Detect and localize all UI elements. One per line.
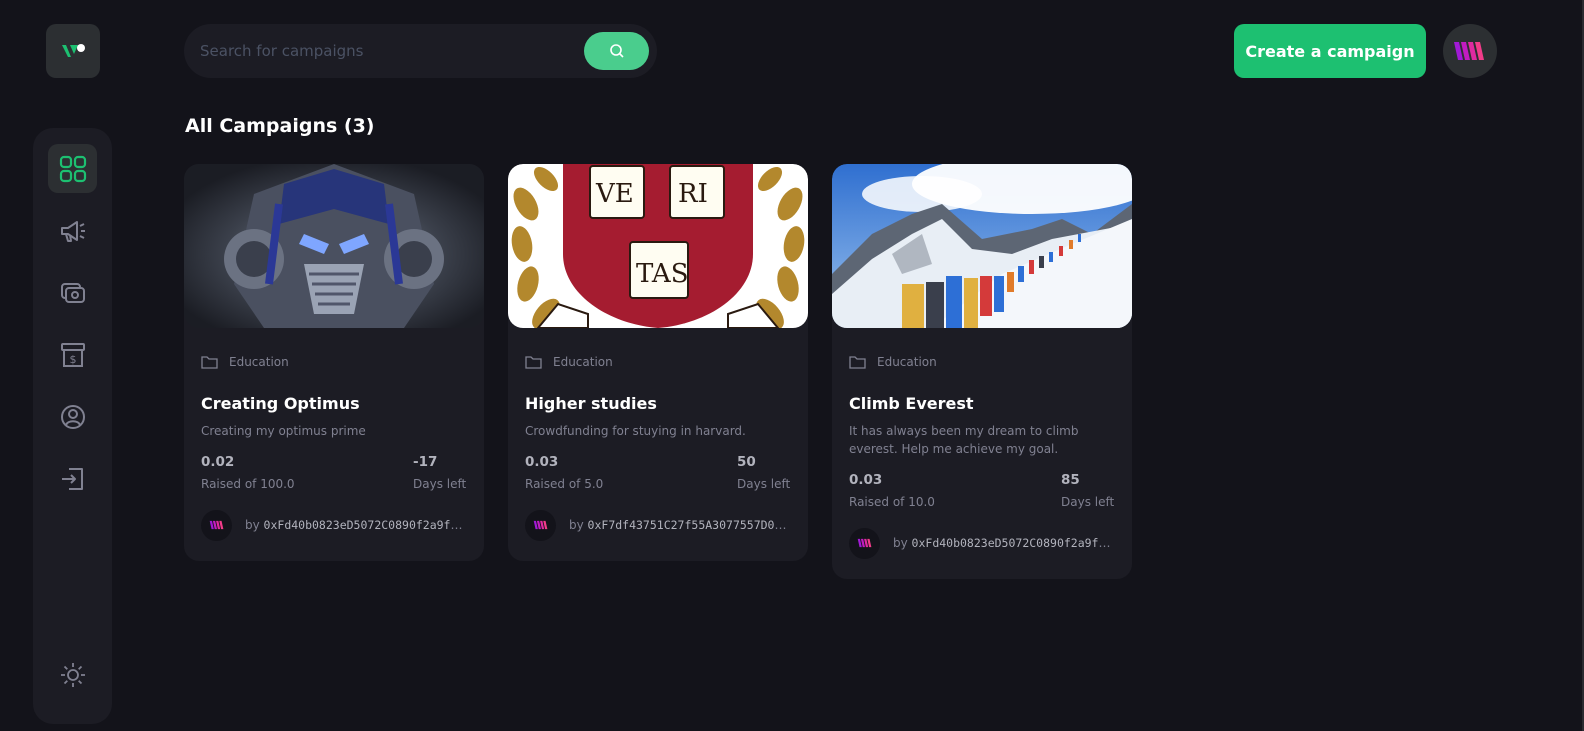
campaign-card[interactable]: VE RI TAS Education Higher studies Crowd… — [508, 164, 808, 561]
amount-raised: 0.02 — [201, 454, 235, 470]
raised-of-label: Raised of 100.0 — [201, 477, 295, 491]
campaign-category: Education — [877, 355, 937, 369]
by-label: by — [569, 518, 584, 532]
sidebar-item-payment[interactable] — [48, 268, 97, 317]
campaign-description: Creating my optimus prime — [201, 424, 366, 438]
raised-of-label: Raised of 5.0 — [525, 477, 604, 491]
svg-text:VE: VE — [595, 179, 634, 209]
page-title: All Campaigns (3) — [185, 115, 375, 137]
search-button[interactable] — [584, 32, 649, 70]
campaign-megaphone-icon — [60, 220, 85, 242]
amount-raised: 0.03 — [525, 454, 559, 470]
campaign-description: Crowdfunding for stuying in harvard. — [525, 424, 746, 438]
owner-avatar — [849, 527, 880, 559]
days-left-value: 85 — [1061, 472, 1080, 488]
days-left-label: Days left — [737, 477, 791, 491]
sidebar-item-campaign[interactable] — [48, 206, 97, 255]
folder-icon — [201, 356, 218, 369]
owner-address: by 0xFd40b0823eD5072C0890f2a9f1d5Ea1 — [893, 536, 1115, 550]
owner-avatar — [201, 509, 232, 541]
owner-address: by 0xF7df43751C27f55A3077557D05a1b2c — [569, 518, 791, 532]
profile-icon — [60, 404, 85, 429]
app-logo[interactable] — [46, 24, 100, 78]
sidebar: $ — [33, 128, 112, 724]
owner-avatar — [525, 509, 556, 541]
owner-address: by 0xFd40b0823eD5072C0890f2a9f1d5Ea1 — [245, 518, 467, 532]
search-icon — [609, 44, 624, 58]
owner-logo-icon — [857, 538, 871, 548]
search-input[interactable] — [200, 24, 580, 78]
logo-icon — [62, 44, 85, 57]
campaign-category: Education — [553, 355, 613, 369]
svg-text:RI: RI — [678, 179, 708, 209]
sun-icon — [60, 662, 85, 687]
svg-text:TAS: TAS — [636, 259, 689, 289]
sidebar-item-dashboard[interactable] — [48, 144, 97, 193]
campaign-title: Climb Everest — [849, 394, 974, 413]
owner-address-value: 0xF7df43751C27f55A3077557D05a1b2c — [587, 518, 791, 532]
raised-of-label: Raised of 10.0 — [849, 495, 935, 509]
owner-logo-icon — [209, 520, 223, 530]
sidebar-item-profile[interactable] — [48, 392, 97, 441]
withdraw-icon: $ — [60, 342, 85, 367]
owner-address-value: 0xFd40b0823eD5072C0890f2a9f1d5Ea1 — [911, 536, 1115, 550]
create-campaign-button[interactable]: Create a campaign — [1234, 24, 1426, 78]
avatar[interactable] — [1443, 24, 1497, 78]
campaign-description: It has always been my dream to climb eve… — [849, 424, 1079, 456]
amount-raised: 0.03 — [849, 472, 883, 488]
campaign-image-everest — [832, 164, 1132, 328]
dashboard-icon — [59, 155, 86, 182]
logout-icon — [61, 467, 83, 490]
campaign-category: Education — [229, 355, 289, 369]
days-left-label: Days left — [413, 477, 467, 491]
campaign-title: Creating Optimus — [201, 394, 360, 413]
campaign-title: Higher studies — [525, 394, 657, 413]
campaign-image-robot — [184, 164, 484, 328]
search-bar — [184, 24, 657, 78]
days-left-value: -17 — [413, 454, 438, 470]
days-left-value: 50 — [737, 454, 756, 470]
svg-text:$: $ — [69, 353, 76, 366]
sidebar-item-withdraw[interactable]: $ — [48, 330, 97, 379]
campaign-card[interactable]: Education Creating Optimus Creating my o… — [184, 164, 484, 561]
sidebar-item-logout[interactable] — [48, 454, 97, 503]
campaign-card[interactable]: Education Climb Everest It has always be… — [832, 164, 1132, 579]
owner-logo-icon — [533, 520, 547, 530]
owner-address-value: 0xFd40b0823eD5072C0890f2a9f1d5Ea1 — [263, 518, 467, 532]
days-left-label: Days left — [1061, 495, 1115, 509]
by-label: by — [245, 518, 260, 532]
theme-toggle[interactable] — [48, 650, 97, 699]
payment-icon — [60, 282, 85, 303]
campaign-image-harvard: VE RI TAS — [508, 164, 808, 328]
folder-icon — [525, 356, 542, 369]
user-avatar-logo-icon — [1454, 42, 1484, 60]
folder-icon — [849, 356, 866, 369]
by-label: by — [893, 536, 908, 550]
